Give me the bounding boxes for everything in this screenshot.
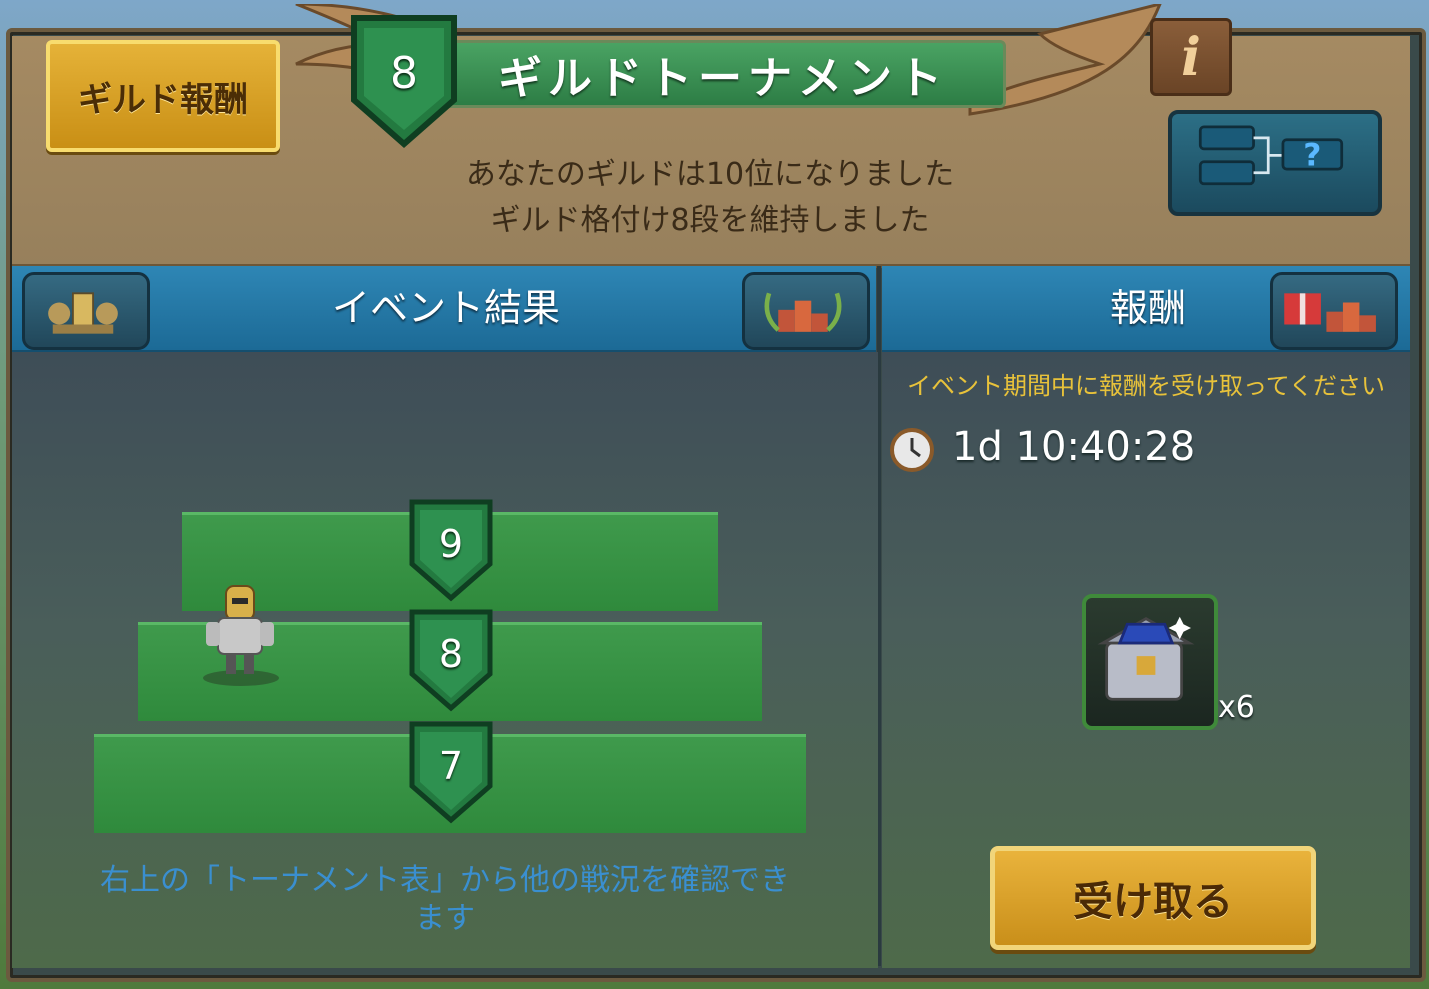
claim-button[interactable]: 受け取る	[990, 846, 1316, 950]
reward-chest-item[interactable]	[1082, 594, 1218, 730]
result-summary: あなたのギルドは10位になりました ギルド格付け8段を維持しました	[380, 152, 1040, 244]
rank-number-current: 8	[438, 632, 464, 676]
guild-members-button[interactable]	[22, 272, 150, 350]
guild-knight-icon	[203, 585, 279, 686]
bracket-icon: ?	[1198, 125, 1344, 186]
rank-badge-lower: 7	[406, 720, 496, 824]
podium-icon	[764, 292, 842, 332]
reward-list-button[interactable]	[1270, 272, 1398, 350]
summary-rank-line: あなたのギルドは10位になりました	[465, 157, 955, 192]
gift-podium-icon	[1284, 293, 1376, 332]
clock-icon	[890, 428, 934, 472]
reward-title: 報酬	[1110, 286, 1187, 330]
guild-reward-button[interactable]: ギルド報酬	[46, 40, 280, 152]
bracket-hint-text: 右上の「トーナメント表」から他の戦況を確認でき ます	[60, 862, 830, 938]
item-quantity: x6	[1218, 690, 1255, 725]
current-rank-number: 8	[390, 48, 418, 99]
svg-text:?: ?	[1303, 137, 1321, 173]
treasure-chest-icon	[1097, 616, 1195, 701]
tournament-title: ギルドトーナメント	[440, 40, 1006, 108]
hint-line-1: 右上の「トーナメント表」から他の戦況を確認でき	[100, 863, 790, 898]
current-rank-shield: 8	[340, 10, 468, 150]
rank-number-lower: 7	[438, 744, 464, 788]
title-text: ギルドトーナメント	[498, 53, 948, 104]
reward-header: 報酬	[882, 266, 1410, 353]
claim-notice: イベント期間中に報酬を受け取ってください	[906, 372, 1386, 400]
rank-number-upper: 9	[438, 522, 464, 566]
countdown-timer: 1d 10:40:28	[952, 424, 1196, 470]
rank-badge-current: 8	[406, 608, 496, 712]
event-result-header: イベント結果	[12, 266, 876, 353]
summary-tier-line: ギルド格付け8段を維持しました	[490, 203, 930, 238]
info-icon: i	[1181, 26, 1201, 88]
info-button[interactable]: i	[1150, 18, 1232, 96]
event-result-title: イベント結果	[332, 286, 561, 330]
tournament-bracket-button[interactable]: ?	[1168, 110, 1382, 216]
knight-helmet-icon	[48, 292, 118, 334]
hint-line-2: ます	[415, 901, 475, 936]
ranking-button[interactable]	[742, 272, 870, 350]
rank-badge-upper: 9	[406, 498, 496, 602]
